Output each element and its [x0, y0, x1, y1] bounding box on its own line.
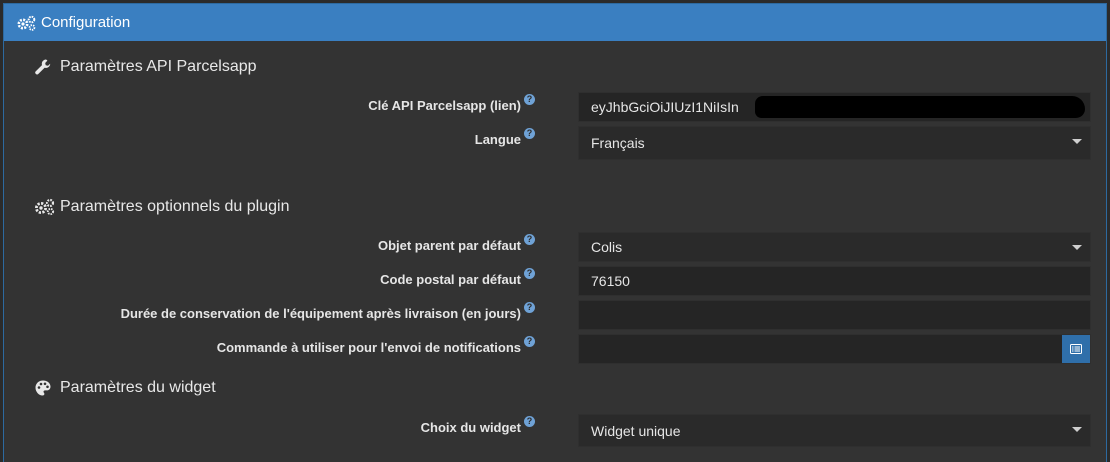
api-key-label: Clé API Parcelsapp (lien) ? [368, 92, 535, 122]
chevron-down-icon [1072, 245, 1082, 250]
field-row-parent-object: Objet parent par défaut ? Colis [4, 232, 1106, 262]
configuration-panel: Configuration Paramètres API Parcelsapp … [3, 3, 1107, 462]
field-row-postal-code: Code postal par défaut ? 76150 [4, 266, 1106, 296]
select-command-button[interactable] [1062, 335, 1090, 363]
palette-icon [34, 379, 56, 397]
language-label: Langue ? [475, 126, 535, 156]
field-row-api-key: Clé API Parcelsapp (lien) ? eyJhbGciOiJI… [4, 92, 1106, 122]
section-api-title: Paramètres API Parcelsapp [34, 58, 257, 76]
api-key-link[interactable]: (lien) [490, 98, 521, 113]
chevron-down-icon [1072, 427, 1082, 432]
widget-choice-label: Choix du widget ? [421, 414, 535, 444]
language-select[interactable]: Français [578, 126, 1091, 160]
help-icon[interactable]: ? [524, 268, 535, 279]
field-row-retention: Durée de conservation de l'équipement ap… [4, 300, 1106, 330]
help-icon[interactable]: ? [524, 128, 535, 139]
retention-days-input[interactable] [578, 300, 1091, 330]
help-icon[interactable]: ? [524, 234, 535, 245]
wrench-icon [34, 58, 56, 76]
field-row-notification-command: Commande à utiliser pour l'envoi de noti… [4, 334, 1106, 364]
field-row-widget-choice: Choix du widget ? Widget unique [4, 414, 1106, 447]
panel-title: Configuration [41, 14, 131, 31]
postal-code-input[interactable]: 76150 [578, 266, 1091, 296]
field-row-language: Langue ? Français [4, 126, 1106, 160]
panel-heading: Configuration [4, 4, 1106, 41]
redaction-mark [755, 96, 1085, 118]
gears-icon [34, 198, 56, 216]
help-icon[interactable]: ? [524, 416, 535, 427]
parent-object-select[interactable]: Colis [578, 232, 1091, 262]
section-widget-title: Paramètres du widget [34, 379, 216, 397]
section-plugin-title: Paramètres optionnels du plugin [34, 198, 289, 216]
chevron-down-icon [1072, 139, 1082, 144]
api-key-input[interactable]: eyJhbGciOiJIUzI1NiIsIn [578, 92, 1091, 122]
widget-choice-select[interactable]: Widget unique [578, 414, 1091, 447]
gears-icon [17, 15, 37, 31]
help-icon[interactable]: ? [524, 94, 535, 105]
list-alt-icon [1070, 341, 1082, 357]
notification-command-input[interactable] [578, 334, 1091, 364]
parent-object-label: Objet parent par défaut ? [378, 232, 535, 262]
postal-code-label: Code postal par défaut ? [380, 266, 535, 296]
help-icon[interactable]: ? [524, 302, 535, 313]
help-icon[interactable]: ? [524, 336, 535, 347]
notification-command-label: Commande à utiliser pour l'envoi de noti… [217, 334, 535, 364]
retention-label: Durée de conservation de l'équipement ap… [121, 300, 535, 330]
